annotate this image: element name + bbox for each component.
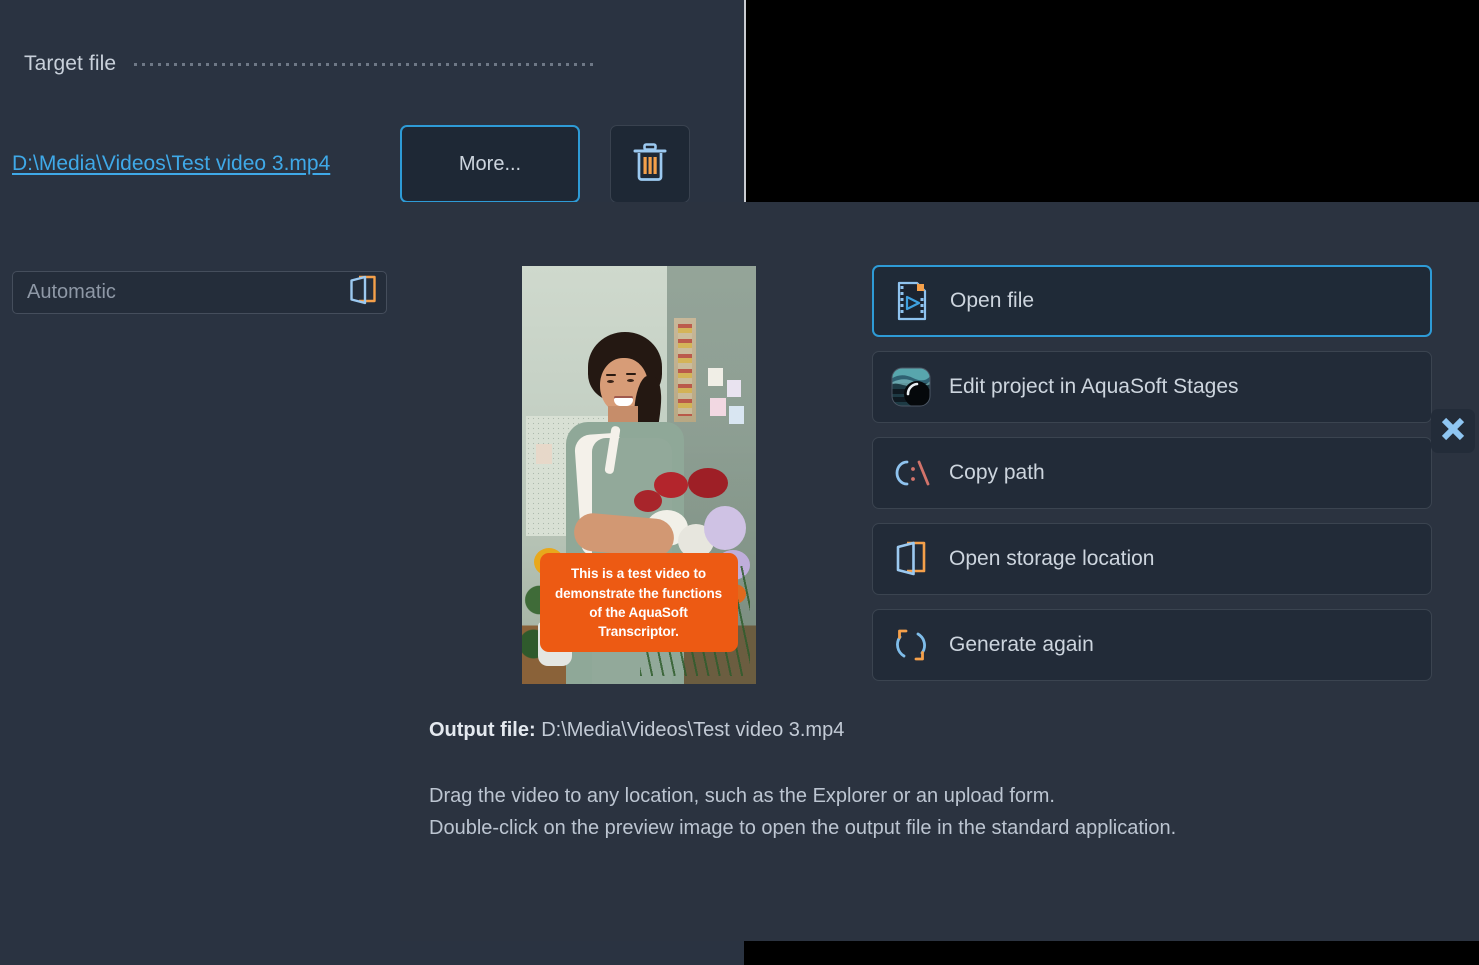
output-file-label: Output file: <box>429 719 536 741</box>
photo-detail <box>606 374 616 376</box>
photo-detail <box>627 379 634 382</box>
output-file-value: D:\Media\Videos\Test video 3.mp4 <box>541 719 844 741</box>
generate-again-button[interactable]: Generate again <box>872 609 1432 681</box>
aquasoft-stages-app-icon <box>873 367 949 407</box>
open-folder-icon <box>873 540 949 578</box>
edit-project-in-stages-label: Edit project in AquaSoft Stages <box>949 375 1239 399</box>
output-folder-placeholder: Automatic <box>13 281 340 304</box>
more-button[interactable]: More... <box>400 125 580 203</box>
photo-detail <box>729 406 744 424</box>
photo-detail <box>727 380 741 397</box>
trash-icon <box>632 142 668 187</box>
open-folder-icon <box>348 274 378 311</box>
edit-project-in-stages-button[interactable]: Edit project in AquaSoft Stages <box>872 351 1432 423</box>
photo-detail <box>704 506 746 550</box>
photo-detail <box>710 398 726 416</box>
photo-poster <box>674 318 696 422</box>
photo-detail <box>708 368 723 386</box>
video-caption-overlay: This is a test video to demonstrate the … <box>540 553 738 652</box>
hint-double-click: Double-click on the preview image to ope… <box>429 817 1176 840</box>
browse-folder-button[interactable] <box>340 274 386 311</box>
result-overlay-panel: This is a test video to demonstrate the … <box>400 202 1479 941</box>
photo-detail <box>626 373 636 375</box>
open-file-label: Open file <box>950 289 1034 313</box>
hint-drag-video: Drag the video to any location, such as … <box>429 785 1055 808</box>
copy-path-label: Copy path <box>949 461 1045 485</box>
photo-detail <box>536 444 552 464</box>
output-file-line: Output file: D:\Media\Videos\Test video … <box>429 719 844 742</box>
photo-detail <box>614 398 633 406</box>
section-header-label: Target file <box>24 52 116 76</box>
close-overlay-button[interactable] <box>1431 409 1475 453</box>
close-x-icon <box>1438 414 1468 449</box>
photo-detail <box>634 490 662 512</box>
drive-path-icon <box>873 456 949 490</box>
output-folder-field[interactable]: Automatic <box>12 271 387 314</box>
photo-detail <box>688 468 728 498</box>
open-storage-location-label: Open storage location <box>949 547 1154 571</box>
copy-path-button[interactable]: Copy path <box>872 437 1432 509</box>
bottom-left-strip <box>0 941 744 965</box>
action-button-list: Open file <box>872 265 1432 695</box>
open-storage-location-button[interactable]: Open storage location <box>872 523 1432 595</box>
refresh-cycle-icon <box>873 626 949 664</box>
generate-again-label: Generate again <box>949 633 1094 657</box>
delete-target-file-button[interactable] <box>610 125 690 203</box>
photo-detail <box>607 380 614 383</box>
section-header: Target file <box>24 52 596 76</box>
video-preview-thumbnail: This is a test video to demonstrate the … <box>522 266 756 684</box>
target-file-path-link[interactable]: D:\Media\Videos\Test video 3.mp4 <box>12 152 330 176</box>
app-screen: Target file D:\Media\Videos\Test video 3… <box>0 0 1479 965</box>
section-header-dotted-rule <box>134 63 596 66</box>
video-preview-frame[interactable]: This is a test video to demonstrate the … <box>429 266 848 684</box>
video-file-icon <box>874 281 950 321</box>
open-file-button[interactable]: Open file <box>872 265 1432 337</box>
